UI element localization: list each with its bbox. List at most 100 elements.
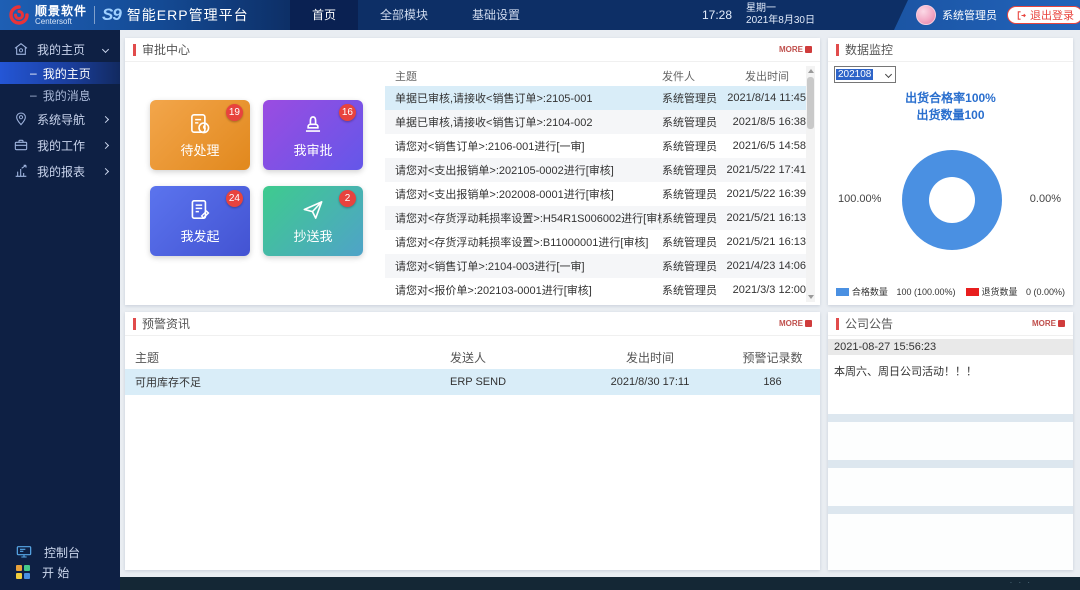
- console-button[interactable]: 控制台: [16, 542, 80, 562]
- approval-sender: 系统管理员: [662, 234, 724, 250]
- alerts-table-header: 主题 发送人 发出时间 预警记录数: [125, 345, 820, 369]
- approval-row[interactable]: 请您对<报价单>:202103-0001进行[审核]系统管理员2021/3/3 …: [385, 278, 810, 302]
- alert-count: 186: [725, 376, 820, 388]
- announcement-text[interactable]: 本周六、周日公司活动！！！: [828, 355, 1073, 414]
- sidebar-item-my-work[interactable]: 我的工作: [0, 132, 120, 158]
- announcements-panel: 公司公告 MORE 2021-08-27 15:56:23 本周六、周日公司活动…: [828, 312, 1073, 570]
- approval-center-title: 审批中心: [142, 41, 190, 58]
- ship-qty-label: 出货数量100: [828, 107, 1073, 124]
- period-select[interactable]: 202108: [834, 66, 896, 83]
- approval-subject: 请您对<报价单>:202103-0001进行[审核]: [385, 282, 662, 298]
- alert-row[interactable]: 可用库存不足ERP SEND2021/8/30 17:11186: [125, 369, 820, 395]
- sidebar-subitem-label: 我的消息: [43, 87, 91, 104]
- nav-tab-home[interactable]: 首页: [290, 0, 358, 30]
- announcements-title-bar: 公司公告 MORE: [828, 312, 1073, 336]
- approval-scrollbar[interactable]: [806, 66, 815, 302]
- scrollbar-thumb[interactable]: [807, 77, 814, 129]
- approval-center-title-bar: 审批中心 MORE: [125, 38, 820, 62]
- paper-plane-icon: [300, 197, 326, 223]
- scroll-down-arrow-icon[interactable]: [808, 295, 814, 299]
- logout-icon: [1016, 10, 1027, 21]
- donut-hole: [929, 177, 975, 223]
- pass-rate-label: 出货合格率100%: [828, 90, 1073, 107]
- start-button[interactable]: 开 始: [16, 562, 80, 582]
- approval-more-button[interactable]: MORE: [779, 45, 812, 54]
- tile-pending[interactable]: 待处理 19: [150, 100, 250, 170]
- approval-time: 2021/5/22 17:41: [724, 164, 810, 176]
- tile-badge: 16: [339, 104, 356, 121]
- approval-subject: 请您对<存货浮动耗损率设置>:H54R1S006002进行[审核]: [385, 210, 662, 226]
- user-avatar[interactable]: [916, 5, 936, 25]
- bar-chart-icon: [13, 163, 29, 179]
- alert-time: 2021/8/30 17:11: [575, 376, 725, 388]
- more-label: MORE: [1032, 319, 1056, 328]
- scroll-up-arrow-icon[interactable]: [808, 69, 814, 73]
- legend-swatch-blue: [836, 288, 849, 296]
- bottom-status-bar: [120, 577, 1080, 590]
- console-monitor-icon: [16, 545, 32, 559]
- legend-value: 0 (0.00%): [1026, 287, 1065, 297]
- approval-subject: 单据已审核,请接收<销售订单>:2105-001: [385, 90, 662, 106]
- approval-time: 2021/5/21 16:13: [724, 212, 810, 224]
- more-square-icon: [805, 320, 812, 327]
- erp-dashboard: 顺景软件 Centersoft S9 智能ERP管理平台 首页 全部模块 基础设…: [0, 0, 1080, 590]
- announcements-more-button[interactable]: MORE: [1032, 319, 1065, 328]
- alerts-title: 预警资讯: [142, 315, 190, 332]
- alerts-more-button[interactable]: MORE: [779, 319, 812, 328]
- tile-initiated-by-me[interactable]: 我发起 24: [150, 186, 250, 256]
- approval-subject: 请您对<存货浮动耗损率设置>:B11000001进行[审核]: [385, 234, 662, 250]
- sidebar: 我的主页 我的主页 我的消息 系统导航: [0, 30, 120, 590]
- sidebar-subitem-my-home[interactable]: 我的主页: [0, 62, 120, 84]
- monitor-stats: 出货合格率100% 出货数量100: [828, 90, 1073, 124]
- approval-row[interactable]: 请您对<存货浮动耗损率设置>:B11000001进行[审核]系统管理员2021/…: [385, 230, 810, 254]
- company-logo-swirl-icon: [8, 4, 30, 26]
- legend-swatch-red: [966, 288, 979, 296]
- nav-tab-all-modules[interactable]: 全部模块: [358, 0, 450, 30]
- approval-row[interactable]: 请您对<支出报销单>:202105-0002进行[审核]系统管理员2021/5/…: [385, 158, 810, 182]
- briefcase-icon: [13, 137, 29, 153]
- column-header-count: 预警记录数: [725, 349, 820, 366]
- column-header-time: 发出时间: [724, 68, 810, 84]
- chevron-down-icon: [885, 71, 892, 78]
- tile-label: 待处理: [180, 140, 219, 159]
- todo-clock-icon: [187, 111, 213, 137]
- sidebar-item-label: 我的主页: [37, 41, 85, 58]
- approval-sender: 系统管理员: [662, 210, 724, 226]
- more-label: MORE: [779, 319, 803, 328]
- approval-time: 2021/5/22 16:39: [724, 188, 810, 200]
- chevron-right-icon: [102, 141, 109, 148]
- announcement-empty-space: [828, 422, 1073, 460]
- approval-row[interactable]: 单据已审核,请接收<销售订单>:2104-002系统管理员2021/8/5 16…: [385, 110, 810, 134]
- tile-cc-to-me[interactable]: 抄送我 2: [263, 186, 363, 256]
- approval-row[interactable]: 请您对<销售订单>:2104-003进行[一审]系统管理员2021/4/23 1…: [385, 254, 810, 278]
- sidebar-item-system-navigation[interactable]: 系统导航: [0, 106, 120, 132]
- announcement-empty-slot: [828, 460, 1073, 468]
- period-selected-value: 202108: [836, 69, 873, 80]
- header-logo-area: 顺景软件 Centersoft S9 智能ERP管理平台: [0, 0, 292, 30]
- logo-divider: [94, 6, 95, 24]
- alerts-table: 主题 发送人 发出时间 预警记录数 可用库存不足ERP SEND2021/8/3…: [125, 345, 820, 395]
- approval-table-header: 主题 发件人 发出时间: [385, 66, 810, 86]
- chevron-down-icon: [102, 45, 109, 52]
- title-accent-bar: [133, 318, 136, 330]
- tile-my-approvals[interactable]: 我审批 16: [263, 100, 363, 170]
- tile-badge: 19: [226, 104, 243, 121]
- more-square-icon: [1058, 320, 1065, 327]
- tile-label: 我发起: [180, 226, 219, 245]
- approval-row[interactable]: 请您对<支出报销单>:202008-0001进行[审核]系统管理员2021/5/…: [385, 182, 810, 206]
- sidebar-item-label: 我的工作: [37, 137, 85, 154]
- approval-table-body: 单据已审核,请接收<销售订单>:2105-001系统管理员2021/8/14 1…: [385, 86, 810, 302]
- approval-row[interactable]: 单据已审核,请接收<销售订单>:2105-001系统管理员2021/8/14 1…: [385, 86, 810, 110]
- nav-tab-basic-settings[interactable]: 基础设置: [450, 0, 542, 30]
- sidebar-subitem-my-messages[interactable]: 我的消息: [0, 84, 120, 106]
- logout-label: 退出登录: [1030, 7, 1074, 23]
- sidebar-item-my-reports[interactable]: 我的报表: [0, 158, 120, 184]
- weekday-label: 星期一: [746, 3, 776, 14]
- start-squares-icon: [16, 565, 30, 579]
- logout-button[interactable]: 退出登录: [1007, 6, 1080, 24]
- sidebar-item-my-home[interactable]: 我的主页: [0, 36, 120, 62]
- navigation-pin-icon: [13, 111, 29, 127]
- approval-row[interactable]: 请您对<销售订单>:2106-001进行[一审]系统管理员2021/6/5 14…: [385, 134, 810, 158]
- approval-row[interactable]: 请您对<存货浮动耗损率设置>:H54R1S006002进行[审核]系统管理员20…: [385, 206, 810, 230]
- product-title: 智能ERP管理平台: [127, 5, 249, 25]
